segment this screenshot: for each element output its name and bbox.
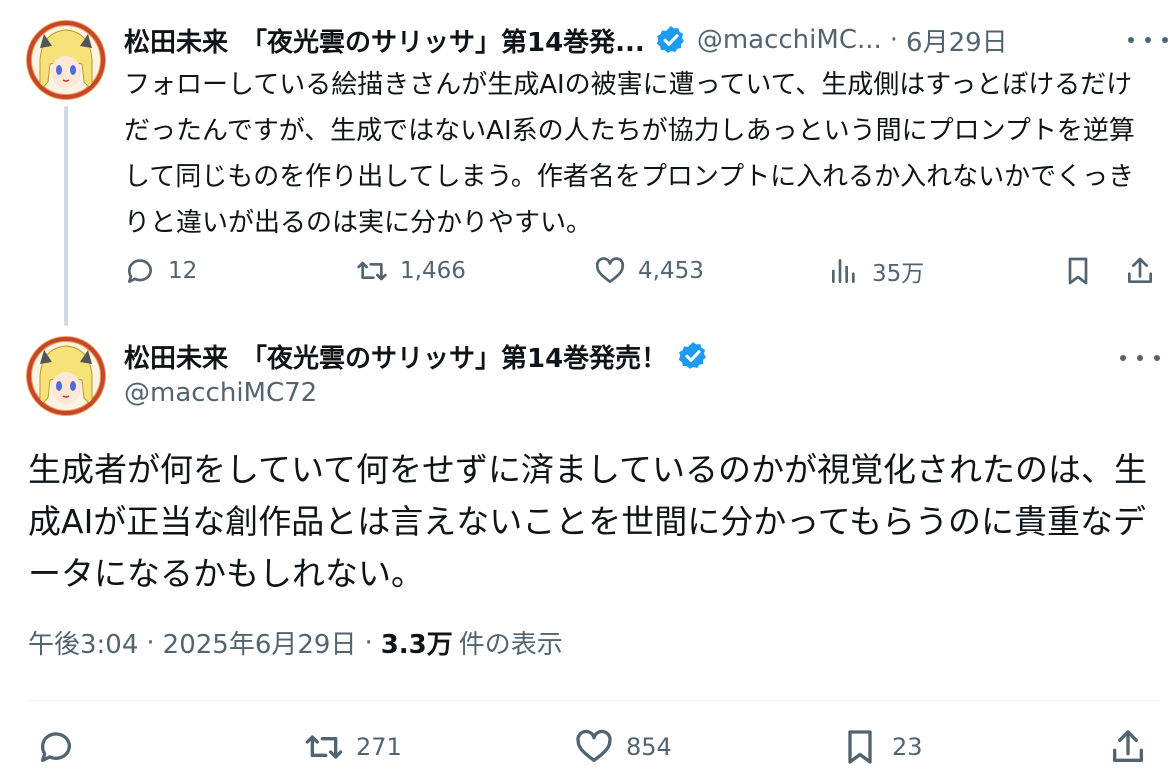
- retweet-button[interactable]: 271: [304, 722, 402, 772]
- display-name[interactable]: 松田未来 「夜光雲のサリッサ」第14巻発売！: [124, 338, 667, 375]
- bookmark-button[interactable]: [1062, 250, 1094, 292]
- retweet-icon: [357, 261, 387, 281]
- share-icon: [1128, 257, 1152, 283]
- reply-icon: [40, 732, 71, 762]
- avatar-image: [26, 20, 106, 100]
- avatar[interactable]: [26, 336, 106, 416]
- tweet2-actions: 271 854 23: [36, 722, 1156, 772]
- handle[interactable]: @macchiMC72: [124, 378, 317, 408]
- like-button[interactable]: 854: [574, 722, 672, 772]
- views-button[interactable]: 35万: [828, 250, 924, 292]
- views-icon: [832, 259, 855, 283]
- thread-connector-line: [64, 106, 68, 326]
- share-button[interactable]: [1108, 722, 1148, 772]
- tweet1-actions: 12 1,466 4,453 35万: [124, 250, 1160, 292]
- bookmark-count: 23: [892, 733, 923, 761]
- handle[interactable]: @macchiMC...: [697, 25, 882, 55]
- retweet-count: 271: [356, 733, 402, 761]
- separator: ·: [146, 627, 155, 658]
- like-count: 4,453: [638, 258, 704, 284]
- divider: [28, 700, 1158, 701]
- tweet-date[interactable]: 6月29日: [906, 22, 1008, 59]
- verified-badge-icon: [656, 26, 684, 53]
- views-count: 3.3万: [380, 630, 453, 660]
- retweet-count: 1,466: [400, 258, 466, 284]
- tweet1-text: フォローしている絵描きさんが生成AIの被害に遭っていて、生成側はすっとぼけるだけ…: [124, 70, 1135, 238]
- reply-button[interactable]: 12: [124, 250, 197, 292]
- like-icon: [576, 729, 612, 762]
- reply-icon: [127, 259, 152, 283]
- like-icon: [595, 257, 625, 283]
- retweet-icon: [305, 735, 343, 759]
- avatar-image: [26, 336, 106, 416]
- reply-count: 12: [168, 258, 198, 284]
- tweet-time[interactable]: 午後3:04: [28, 624, 138, 661]
- like-button[interactable]: 4,453: [594, 250, 704, 292]
- avatar[interactable]: [26, 20, 106, 100]
- bookmark-icon: [1068, 257, 1088, 285]
- tweet1-header: 松田未来 「夜光雲のサリッサ」第14巻発... @macchiMC... · 6…: [124, 20, 1168, 60]
- views-count: 35万: [872, 261, 925, 287]
- like-count: 854: [626, 733, 672, 761]
- tweet2-header: 松田未来 「夜光雲のサリッサ」第14巻発売！: [124, 336, 709, 376]
- tweet2-text: 生成者が何をしていて何をせずに済ましているのかが視覚化されたのは、生成AIが正当…: [28, 450, 1148, 593]
- views-label: 件の表示: [458, 630, 563, 660]
- more-icon[interactable]: [1128, 26, 1168, 54]
- share-icon: [1113, 730, 1143, 762]
- tweet-meta: 午後3:04 · 2025年6月29日 · 3.3万 件の表示: [28, 624, 563, 661]
- separator: ·: [889, 25, 899, 55]
- reply-button[interactable]: [36, 722, 76, 772]
- more-icon[interactable]: [1120, 348, 1160, 368]
- bookmark-button[interactable]: 23: [840, 722, 923, 772]
- display-name[interactable]: 松田未来 「夜光雲のサリッサ」第14巻発...: [124, 22, 645, 59]
- bookmark-icon: [848, 730, 872, 764]
- share-button[interactable]: [1124, 250, 1156, 292]
- verified-badge-icon: [679, 342, 707, 369]
- tweet-date[interactable]: 2025年6月29日: [163, 624, 357, 661]
- retweet-button[interactable]: 1,466: [356, 250, 466, 292]
- separator: ·: [364, 627, 373, 658]
- tweet-thread: 松田未来 「夜光雲のサリッサ」第14巻発... @macchiMC... · 6…: [0, 0, 1176, 784]
